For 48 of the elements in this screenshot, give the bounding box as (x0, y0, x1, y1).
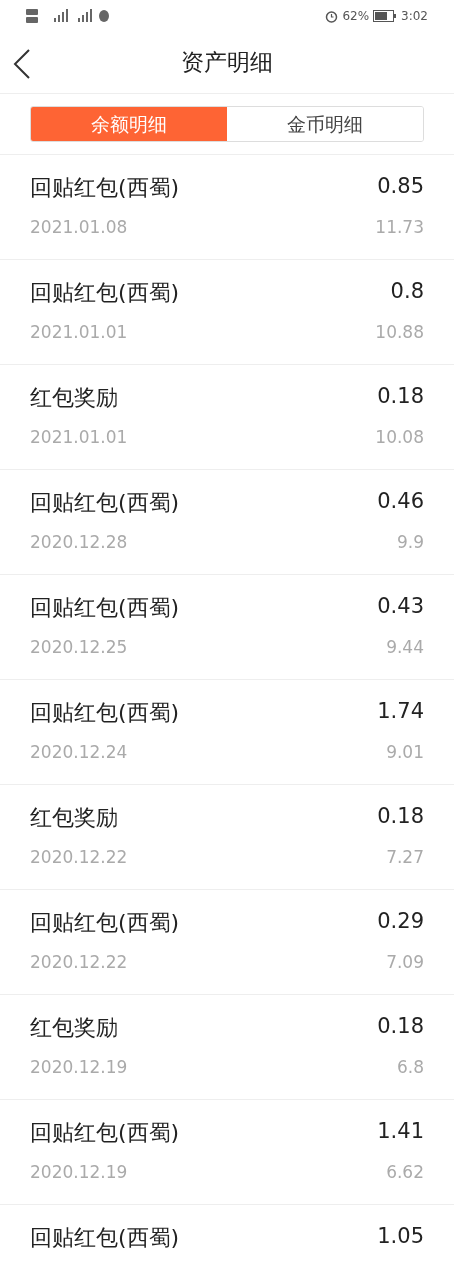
record-title: 回贴红包(西蜀) (30, 698, 180, 727)
record-date: 2020.12.22 (30, 846, 128, 870)
record-amount: 0.18 (377, 383, 424, 411)
record-amount: 0.85 (377, 173, 424, 201)
record-amount: 1.41 (377, 1118, 424, 1146)
record-title: 回贴红包(西蜀) (30, 1223, 180, 1252)
record-title: 回贴红包(西蜀) (30, 593, 180, 622)
record-date: 2020.12.19 (30, 1056, 128, 1080)
record-date: 2020.12.28 (30, 531, 128, 555)
record-balance: 7.27 (386, 846, 424, 870)
record-date: 2021.01.01 (30, 426, 128, 450)
record-balance: 11.73 (375, 216, 424, 240)
record-title: 回贴红包(西蜀) (30, 173, 180, 202)
record-date: 2020.12.25 (30, 636, 128, 660)
record-balance: 10.88 (375, 321, 424, 345)
record-balance: 9.9 (396, 531, 424, 555)
record-title: 回贴红包(西蜀) (30, 1118, 180, 1147)
record-balance: 9.44 (386, 636, 424, 660)
record-title: 红包奖励 (30, 803, 118, 832)
record-title: 红包奖励 (30, 383, 118, 412)
record-title: 回贴红包(西蜀) (30, 908, 180, 937)
alarm-icon (325, 9, 339, 23)
record-balance: 6.62 (386, 1161, 424, 1185)
record-amount: 0.29 (377, 908, 424, 936)
record-amount: 0.46 (377, 488, 424, 516)
clock-time: 3:02 (401, 8, 428, 25)
record-balance: 6.8 (396, 1056, 424, 1080)
record-date: 2020.12.24 (30, 741, 128, 765)
record-title: 回贴红包(西蜀) (30, 488, 180, 517)
record-title: 回贴红包(西蜀) (30, 278, 180, 307)
record-amount: 0.18 (377, 803, 424, 831)
record-title: 红包奖励 (30, 1013, 118, 1042)
record-date: 2021.01.01 (30, 321, 128, 345)
battery-percent: 62% (342, 8, 370, 25)
record-amount: 0.8 (390, 278, 424, 306)
record-balance: 7.09 (386, 951, 424, 975)
record-date: 2020.12.19 (30, 1161, 128, 1185)
record-balance: 9.01 (386, 741, 424, 765)
record-date: 2020.12.22 (30, 951, 128, 975)
record-date: 2021.01.08 (30, 216, 128, 240)
back-button[interactable] (12, 48, 32, 80)
battery-icon (373, 10, 398, 22)
record-amount: 0.43 (377, 593, 424, 621)
record-amount: 0.18 (377, 1013, 424, 1041)
record-amount: 1.74 (377, 698, 424, 726)
record-balance: 10.08 (375, 426, 424, 450)
page-title: 资产明细 (181, 48, 273, 78)
record-amount: 1.05 (377, 1223, 424, 1251)
